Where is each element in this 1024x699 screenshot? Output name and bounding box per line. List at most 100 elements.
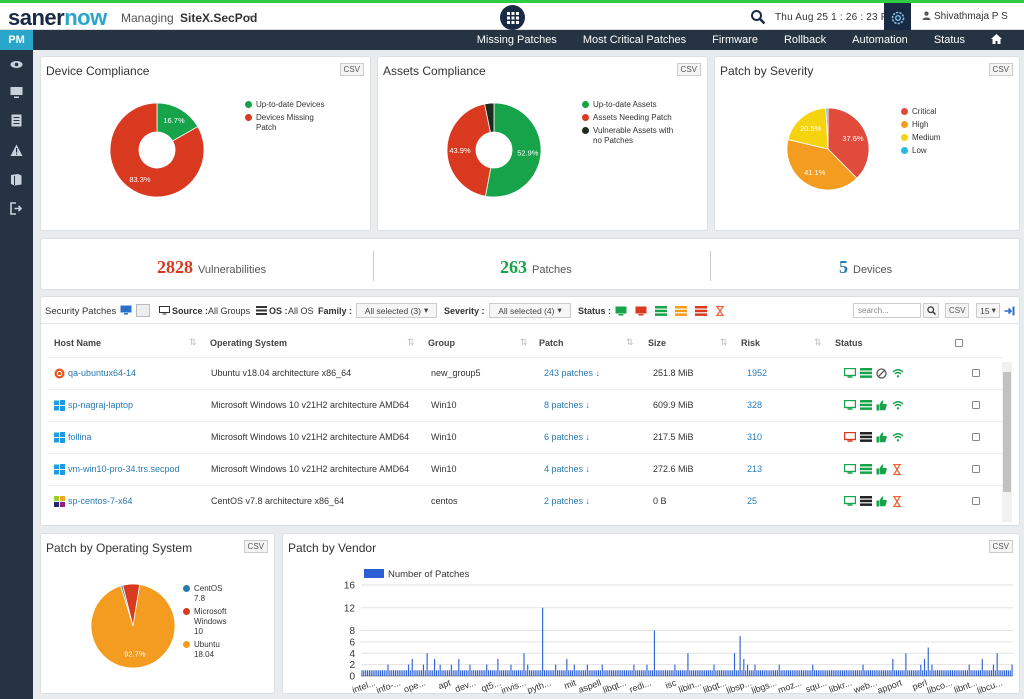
bar[interactable] bbox=[370, 670, 372, 676]
bar[interactable] bbox=[841, 670, 844, 676]
nav-automation[interactable]: Automation bbox=[852, 34, 908, 46]
bar[interactable] bbox=[530, 670, 533, 676]
bar[interactable] bbox=[495, 670, 497, 676]
bar[interactable] bbox=[977, 670, 980, 676]
bar[interactable] bbox=[909, 670, 911, 676]
table-row[interactable]: sp-centos-7-x64 CentOS v7.8 architecture … bbox=[49, 485, 1003, 517]
search-icon[interactable] bbox=[923, 303, 939, 318]
status-monitor-red-icon[interactable] bbox=[843, 431, 857, 442]
bar[interactable] bbox=[454, 670, 456, 676]
col-risk[interactable]: Risk bbox=[741, 338, 760, 348]
bar[interactable] bbox=[765, 670, 767, 676]
status-wifi-icon[interactable] bbox=[892, 432, 904, 442]
sort-desc-icon[interactable]: ⇅ bbox=[814, 337, 822, 348]
bar[interactable] bbox=[856, 670, 859, 676]
row-checkbox[interactable] bbox=[972, 401, 980, 409]
bar[interactable] bbox=[484, 670, 486, 676]
bar[interactable] bbox=[828, 670, 831, 676]
cube-view-icon[interactable] bbox=[136, 304, 150, 317]
bar[interactable] bbox=[722, 670, 724, 676]
severity-dropdown[interactable]: All selected (4) ▾ bbox=[489, 303, 571, 318]
bar[interactable] bbox=[372, 670, 374, 676]
devices-stat[interactable]: 5 Devices bbox=[839, 257, 892, 278]
bar[interactable] bbox=[430, 670, 432, 676]
bar[interactable] bbox=[819, 670, 821, 676]
bar[interactable] bbox=[907, 670, 909, 676]
bar[interactable] bbox=[445, 670, 447, 676]
bar[interactable] bbox=[868, 670, 870, 676]
bar[interactable] bbox=[672, 670, 674, 676]
monitor-icon[interactable] bbox=[10, 86, 23, 99]
status-wifi-icon[interactable] bbox=[892, 368, 904, 378]
bar[interactable] bbox=[592, 670, 594, 676]
bar[interactable] bbox=[810, 670, 812, 676]
csv-export-button[interactable]: CSV bbox=[243, 540, 268, 553]
bar[interactable] bbox=[964, 670, 967, 676]
bar[interactable] bbox=[398, 670, 400, 676]
bar[interactable] bbox=[795, 670, 797, 676]
bar[interactable] bbox=[877, 670, 879, 676]
bar[interactable] bbox=[754, 664, 756, 676]
bar[interactable] bbox=[638, 670, 641, 676]
bar[interactable] bbox=[741, 670, 743, 676]
bar[interactable] bbox=[847, 670, 849, 676]
bar[interactable] bbox=[519, 670, 521, 676]
legend-item[interactable]: Ubuntu 18.04 bbox=[183, 640, 253, 660]
bar[interactable] bbox=[506, 670, 508, 676]
bar[interactable] bbox=[830, 670, 832, 676]
legend-item[interactable]: High bbox=[901, 120, 940, 130]
bar[interactable] bbox=[815, 670, 818, 676]
bar[interactable] bbox=[556, 670, 559, 676]
status-wifi-icon[interactable] bbox=[892, 400, 904, 410]
bar[interactable] bbox=[780, 670, 782, 676]
bar[interactable] bbox=[957, 670, 959, 676]
bar[interactable] bbox=[806, 670, 808, 676]
bar[interactable] bbox=[402, 670, 404, 676]
bar[interactable] bbox=[897, 670, 899, 676]
bar[interactable] bbox=[497, 658, 499, 676]
logo[interactable]: sanernow bbox=[8, 5, 107, 31]
bar[interactable] bbox=[823, 670, 825, 676]
vulnerabilities-stat[interactable]: 2828 Vulnerabilities bbox=[157, 257, 266, 278]
chevron-down-icon[interactable]: ⌄ bbox=[247, 10, 255, 21]
bar[interactable] bbox=[873, 670, 875, 676]
bar[interactable] bbox=[1002, 670, 1004, 676]
bar[interactable] bbox=[521, 670, 523, 676]
bar[interactable] bbox=[782, 670, 784, 676]
bar[interactable] bbox=[771, 670, 773, 676]
bar[interactable] bbox=[981, 658, 983, 676]
status-filter-list-red-icon[interactable] bbox=[695, 306, 707, 316]
bar[interactable] bbox=[428, 670, 430, 676]
bar[interactable] bbox=[959, 670, 961, 676]
bar[interactable] bbox=[655, 670, 657, 676]
bar[interactable] bbox=[590, 670, 592, 676]
bar[interactable] bbox=[935, 670, 937, 676]
bar[interactable] bbox=[361, 670, 363, 676]
bar[interactable] bbox=[987, 670, 989, 676]
bar[interactable] bbox=[594, 670, 596, 676]
bar[interactable] bbox=[860, 670, 862, 676]
bar[interactable] bbox=[437, 670, 439, 676]
bar[interactable] bbox=[538, 670, 540, 676]
bar[interactable] bbox=[512, 670, 514, 676]
bar[interactable] bbox=[644, 670, 646, 676]
bar[interactable] bbox=[925, 670, 927, 676]
table-row[interactable]: vm-win10-pro-34.trs.secpod Microsoft Wind… bbox=[49, 453, 1003, 485]
bar[interactable] bbox=[763, 670, 765, 676]
bar[interactable] bbox=[836, 670, 838, 676]
bar[interactable] bbox=[679, 670, 682, 676]
bar[interactable] bbox=[929, 670, 931, 676]
bar[interactable] bbox=[812, 664, 814, 676]
bar[interactable] bbox=[799, 670, 801, 676]
bar[interactable] bbox=[515, 670, 518, 676]
bar[interactable] bbox=[985, 670, 987, 676]
search-icon[interactable] bbox=[750, 9, 766, 28]
bar[interactable] bbox=[657, 670, 659, 676]
status-list-icon[interactable] bbox=[860, 368, 872, 378]
bar[interactable] bbox=[448, 670, 451, 676]
bar[interactable] bbox=[488, 670, 490, 676]
bar[interactable] bbox=[463, 670, 465, 676]
bar[interactable] bbox=[888, 670, 890, 676]
bar[interactable] bbox=[767, 670, 769, 676]
bar[interactable] bbox=[394, 670, 397, 676]
